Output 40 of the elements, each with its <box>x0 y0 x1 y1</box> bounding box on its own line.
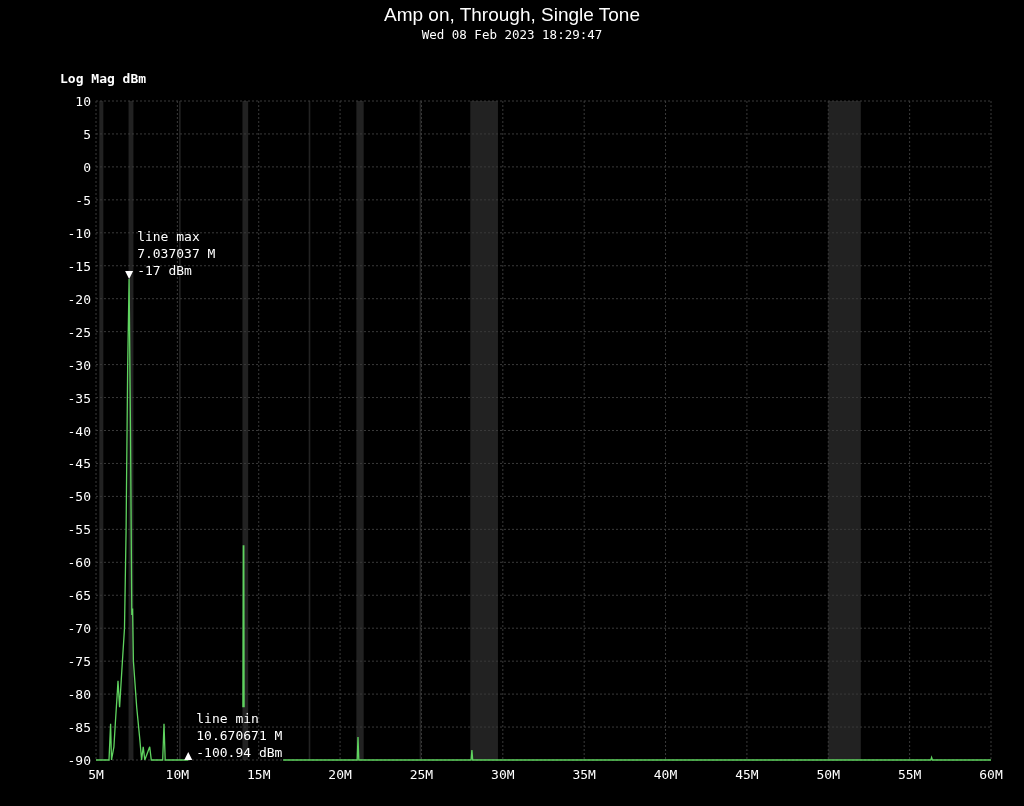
axis-tick-label: 5 <box>83 126 91 142</box>
chart-title: Amp on, Through, Single Tone <box>384 4 640 26</box>
marker-triangle <box>125 270 134 279</box>
axis-tick-label: -65 <box>67 588 91 604</box>
axis-tick-label: 10 <box>75 94 91 109</box>
axis-tick-label: -55 <box>67 522 91 538</box>
axis-tick-label: -25 <box>67 324 91 340</box>
axis-tick-label: 35M <box>572 767 596 782</box>
axis-tick-label: 40M <box>653 767 678 782</box>
axis-tick-label: 15M <box>247 767 271 782</box>
marker-label: line max 7.037037 M -17 dBm <box>137 228 216 278</box>
axis-tick-label: 25M <box>409 767 434 782</box>
axis-tick-label: -75 <box>67 654 91 670</box>
axis-tick-label: 60M <box>979 767 1003 782</box>
marker-label: line min 10.670671 M -100.94 dBm <box>196 711 283 760</box>
axis-tick-label: -20 <box>67 291 91 307</box>
axis-tick-label: -5 <box>75 192 91 208</box>
axis-tick-label: -40 <box>67 423 91 439</box>
axis-tick-label: -60 <box>67 555 91 571</box>
axis-tick-label: -70 <box>67 621 91 637</box>
axis-tick-label: 5M <box>88 767 104 782</box>
axis-tick-label: -50 <box>67 489 91 505</box>
axis-tick-label: -80 <box>67 687 91 703</box>
axis-tick-label: 0 <box>83 159 91 175</box>
axis-tick-label: -85 <box>67 720 91 736</box>
marker-triangle <box>184 752 193 760</box>
chart-timestamp: Wed 08 Feb 2023 18:29:47 <box>421 26 603 44</box>
axis-tick-label: -35 <box>67 390 91 406</box>
axis-tick-label: 30M <box>491 767 515 782</box>
axis-tick-label: -10 <box>67 225 91 241</box>
axis-tick-label: -90 <box>67 753 91 768</box>
axis-tick-label: -30 <box>67 357 91 373</box>
axis-tick-label: -45 <box>67 456 91 472</box>
axis-tick-label: 20M <box>328 767 352 782</box>
axis-title: Log Mag dBm <box>60 71 147 86</box>
axis-tick-label: 10M <box>165 767 190 782</box>
axis-tick-label: -15 <box>67 258 91 274</box>
axis-tick-label: 45M <box>735 767 759 782</box>
axis-tick-label: 50M <box>816 767 840 782</box>
axis-tick-label: 55M <box>897 767 922 782</box>
